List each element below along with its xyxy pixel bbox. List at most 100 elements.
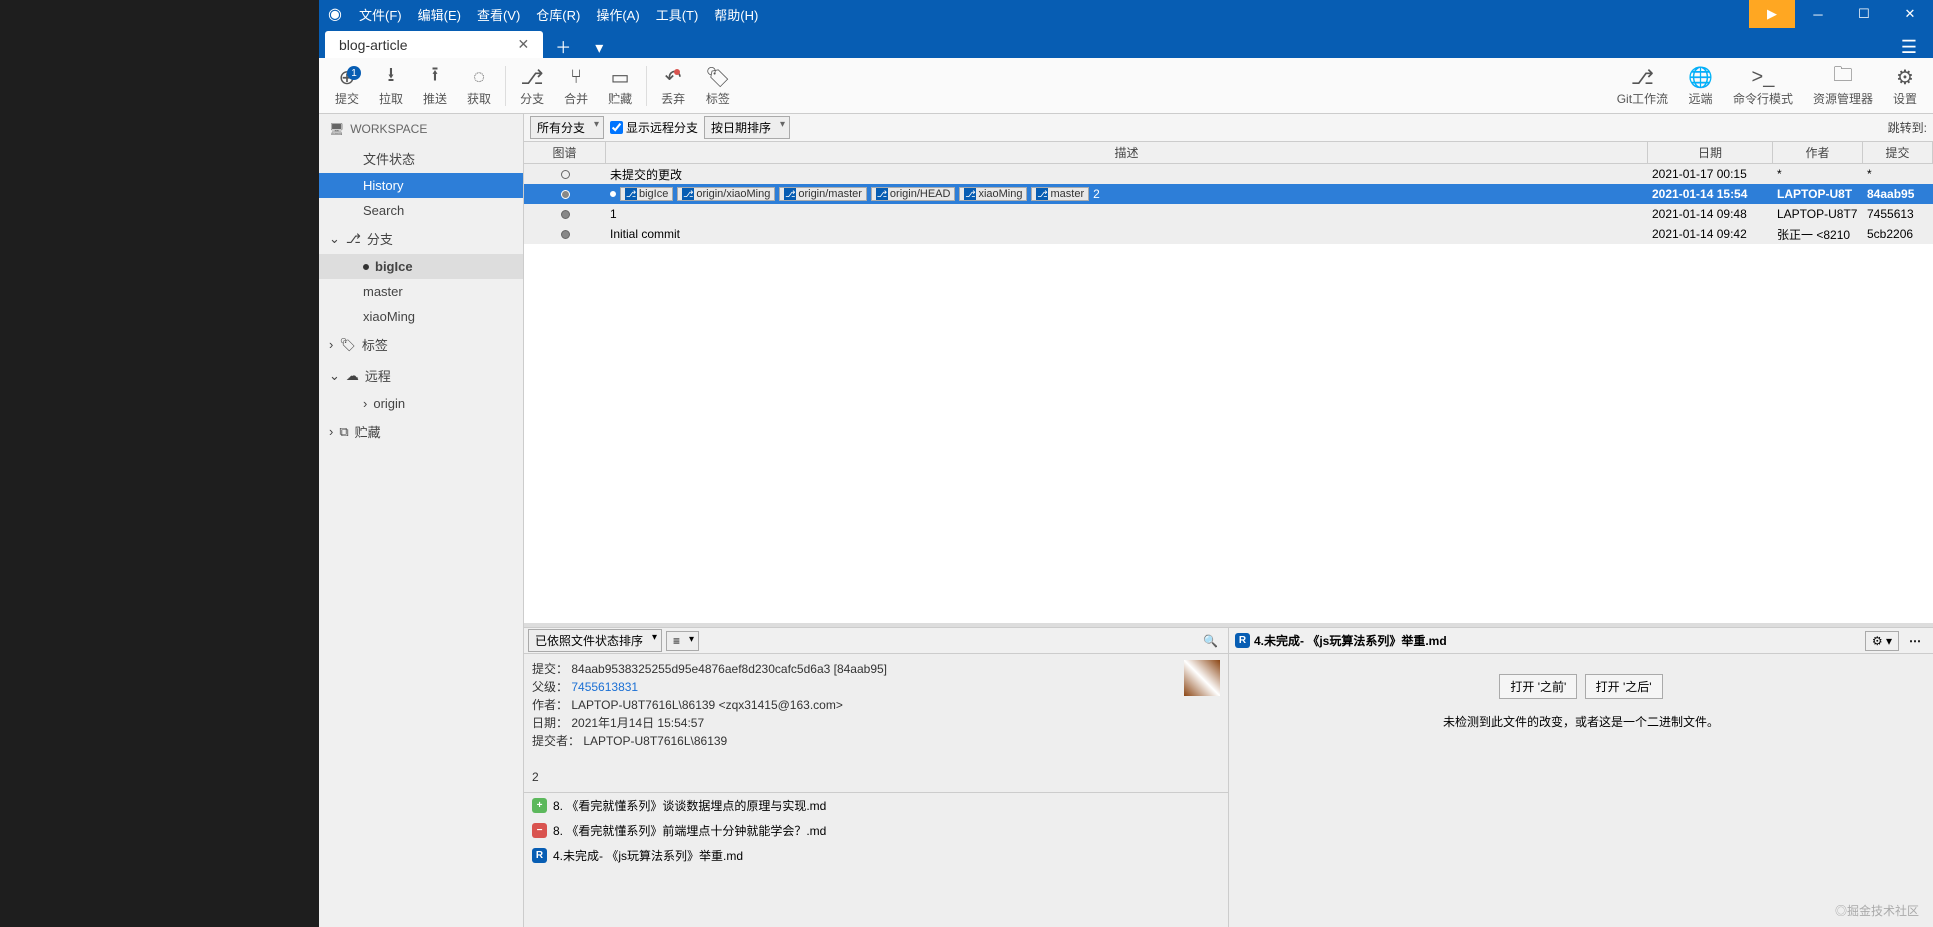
tool-icon: ⎇ [1631, 64, 1654, 90]
hamburger-icon[interactable]: ☰ [1885, 37, 1933, 58]
search-icon[interactable]: 🔍 [1197, 634, 1224, 648]
tool-获取[interactable]: ◌获取 [457, 64, 501, 107]
col-date: 日期 [1648, 142, 1773, 163]
close-button[interactable]: ✕ [1887, 0, 1933, 28]
sidebar-item-filestatus[interactable]: 文件状态 [319, 144, 523, 173]
tool-丢弃[interactable]: ↶丢弃 [651, 64, 695, 107]
tool-icon: ⭱ [432, 64, 439, 90]
view-mode-dropdown[interactable]: ≡ [666, 631, 699, 651]
branch-tag[interactable]: ⎇bigIce [620, 187, 673, 201]
stash-icon: ⧉ [339, 424, 348, 440]
commit-row[interactable]: 12021-01-14 09:48LAPTOP-U8T77455613 [524, 204, 1933, 224]
commit-details: 已依照文件状态排序 ≡ 🔍 提交： 84aab9538325255d95e487… [524, 627, 1933, 927]
branch-master[interactable]: master [319, 279, 523, 304]
toolbar: ⊕提交1⭳拉取⭱推送◌获取⎇分支⑂合并▭贮藏↶丢弃🏷标签⎇Git工作流🌐远端>_… [319, 58, 1933, 114]
tool-Git工作流[interactable]: ⎇Git工作流 [1607, 64, 1678, 107]
tool-设置[interactable]: ⚙设置 [1883, 64, 1927, 107]
file-row[interactable]: −8. 《看完就懂系列》前端埋点十分钟就能学会？.md [524, 818, 1228, 843]
show-remote-checkbox[interactable]: 显示远程分支 [610, 119, 698, 136]
menu-edit[interactable]: 编辑(E) [410, 5, 469, 24]
history-header: 图谱 描述 日期 作者 提交 [524, 142, 1933, 164]
no-change-message: 未检测到此文件的改变，或者这是一个二进制文件。 [1249, 713, 1913, 730]
tool-icon: ↶ [665, 64, 682, 90]
sort-dropdown[interactable]: 按日期排序 [704, 116, 790, 139]
detail-left: 已依照文件状态排序 ≡ 🔍 提交： 84aab9538325255d95e487… [524, 628, 1229, 927]
branch-tag[interactable]: ⎇origin/master [779, 187, 867, 201]
branch-tag[interactable]: ⎇origin/HEAD [871, 187, 956, 201]
menu-help[interactable]: 帮助(H) [706, 5, 766, 24]
tags-group[interactable]: › 🏷 标签 [319, 329, 523, 360]
open-after-button[interactable]: 打开 '之后' [1585, 674, 1663, 699]
branch-tag[interactable]: ⎇master [1031, 187, 1089, 201]
changed-files: +8. 《看完就懂系列》谈谈数据埋点的原理与实现.md−8. 《看完就懂系列》前… [524, 792, 1228, 868]
diff-filename: R 4.未完成- 《js玩算法系列》举重.md [1235, 632, 1447, 649]
chevron-right-icon: › [329, 337, 333, 352]
tool-icon: >_ [1752, 64, 1775, 90]
app-logo-icon: ◉ [319, 4, 351, 24]
sidebar: 🖥 WORKSPACE 文件状态 History Search ⌄ ⎇ 分支 b… [319, 114, 524, 927]
chevron-down-icon: ⌄ [329, 368, 340, 384]
branch-filter-dropdown[interactable]: 所有分支 [530, 116, 604, 139]
stash-group[interactable]: › ⧉ 贮藏 [319, 416, 523, 447]
col-desc: 描述 [606, 142, 1648, 163]
tool-提交[interactable]: ⊕提交1 [325, 64, 369, 107]
commit-meta: 提交： 84aab9538325255d95e4876aef8d230cafc5… [524, 654, 1228, 792]
add-icon: + [532, 798, 547, 813]
branches-group[interactable]: ⌄ ⎇ 分支 [319, 223, 523, 254]
tool-icon: ▭ [611, 64, 630, 90]
repo-tab[interactable]: blog-article ✕ [325, 31, 543, 58]
sidebar-item-search[interactable]: Search [319, 198, 523, 223]
chevron-down-icon: ⌄ [329, 231, 340, 247]
remote-origin[interactable]: › origin [319, 391, 523, 416]
menu-view[interactable]: 查看(V) [469, 5, 528, 24]
commit-row[interactable]: Initial commit2021-01-14 09:42张正一 <82105… [524, 224, 1933, 244]
close-tab-icon[interactable]: ✕ [517, 36, 529, 53]
sidebar-item-history[interactable]: History [319, 173, 523, 198]
tool-资源管理器[interactable]: 🗀资源管理器 [1803, 64, 1883, 107]
history-rows: 未提交的更改2021-01-17 00:15** ⎇bigIce ⎇origin/x… [524, 164, 1933, 244]
tool-icon: ⑂ [570, 64, 582, 90]
file-row[interactable]: R4.未完成- 《js玩算法系列》举重.md [524, 843, 1228, 868]
tab-dropdown-icon[interactable]: ▾ [583, 38, 615, 58]
branch-tag[interactable]: ⎇xiaoMing [959, 187, 1027, 201]
menu-file[interactable]: 文件(F) [351, 5, 410, 24]
titlebar: ◉ 文件(F) 编辑(E) 查看(V) 仓库(R) 操作(A) 工具(T) 帮助… [319, 0, 1933, 28]
play-button[interactable]: ▶ [1749, 0, 1795, 28]
tool-贮藏[interactable]: ▭贮藏 [598, 64, 642, 107]
open-before-button[interactable]: 打开 '之前' [1499, 674, 1577, 699]
commit-row[interactable]: ⎇bigIce ⎇origin/xiaoMing ⎇origin/master ⎇or… [524, 184, 1933, 204]
cloud-icon: ☁ [346, 368, 359, 384]
menu-repo[interactable]: 仓库(R) [528, 5, 588, 24]
tool-命令行模式[interactable]: >_命令行模式 [1723, 64, 1803, 107]
detail-right: R 4.未完成- 《js玩算法系列》举重.md ⚙ ▾ ⋯ 打开 '之前' 打开… [1229, 628, 1933, 927]
col-graph: 图谱 [524, 142, 606, 163]
menu-tools[interactable]: 工具(T) [648, 5, 707, 24]
parent-link[interactable]: 7455613831 [571, 680, 638, 694]
branch-bigice[interactable]: bigIce [319, 254, 523, 279]
branch-xiaoming[interactable]: xiaoMing [319, 304, 523, 329]
branch-tag[interactable]: ⎇origin/xiaoMing [677, 187, 775, 201]
workspace-header: 🖥 WORKSPACE [319, 114, 523, 144]
tool-合并[interactable]: ⑂合并 [554, 64, 598, 107]
branch-icon: ⎇ [346, 231, 361, 247]
commit-row[interactable]: 未提交的更改2021-01-17 00:15** [524, 164, 1933, 184]
filter-bar: 所有分支 显示远程分支 按日期排序 跳转到: [524, 114, 1933, 142]
ren-icon: R [532, 848, 547, 863]
new-tab-button[interactable]: ＋ [543, 34, 583, 58]
tool-远端[interactable]: 🌐远端 [1678, 64, 1723, 107]
remotes-group[interactable]: ⌄ ☁ 远程 [319, 360, 523, 391]
tool-推送[interactable]: ⭱推送 [413, 64, 457, 107]
maximize-button[interactable]: ☐ [1841, 0, 1887, 28]
tool-icon: ⎇ [521, 64, 544, 90]
more-icon[interactable]: ⋯ [1903, 632, 1927, 650]
tool-标签[interactable]: 🏷标签 [695, 64, 740, 107]
file-row[interactable]: +8. 《看完就懂系列》谈谈数据埋点的原理与实现.md [524, 793, 1228, 818]
gear-icon[interactable]: ⚙ ▾ [1865, 631, 1899, 651]
diff-area: 打开 '之前' 打开 '之后' 未检测到此文件的改变，或者这是一个二进制文件。 [1229, 654, 1933, 927]
repo-tab-label: blog-article [339, 37, 407, 53]
file-sort-dropdown[interactable]: 已依照文件状态排序 [528, 629, 662, 652]
tool-分支[interactable]: ⎇分支 [510, 64, 554, 107]
tool-拉取[interactable]: ⭳拉取 [369, 64, 413, 107]
menu-action[interactable]: 操作(A) [588, 5, 647, 24]
minimize-button[interactable]: ─ [1795, 0, 1841, 28]
